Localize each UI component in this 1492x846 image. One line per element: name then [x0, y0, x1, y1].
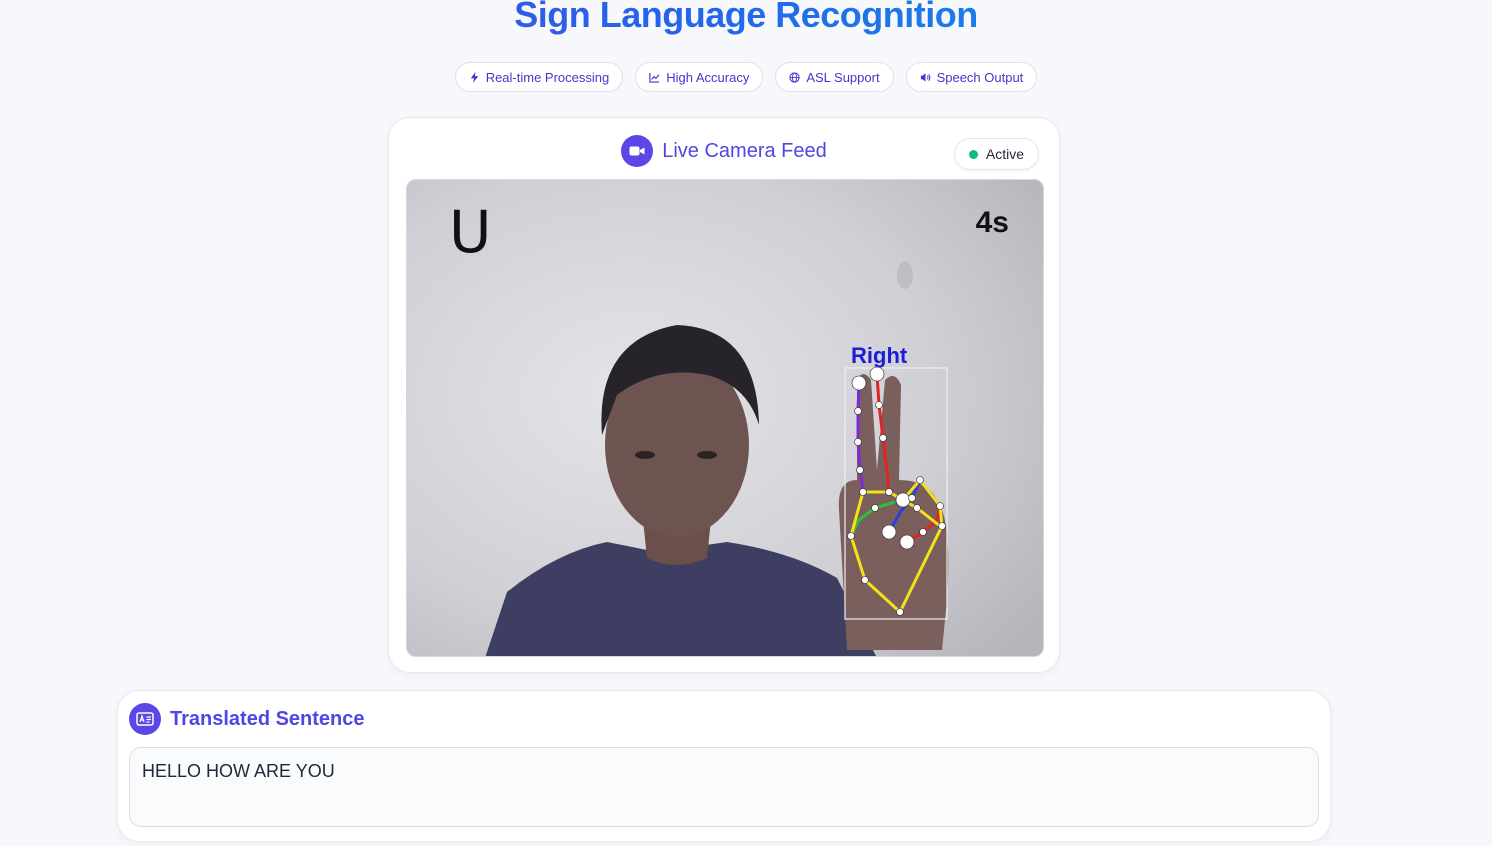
- sentence-header: Translated Sentence: [129, 703, 365, 735]
- feature-chip-realtime: Real-time Processing: [454, 62, 624, 92]
- speaker-icon: [920, 72, 930, 82]
- status-badge: Active: [953, 138, 1039, 170]
- feature-chip-speech: Speech Output: [905, 62, 1038, 92]
- translated-sentence-field[interactable]: HELLO HOW ARE YOU: [129, 747, 1319, 827]
- chart-line-icon: [649, 72, 660, 83]
- camera-frame-illustration: [407, 180, 1043, 656]
- feature-chip-label: ASL Support: [806, 69, 880, 85]
- feature-chip-accuracy: High Accuracy: [635, 62, 764, 92]
- status-label: Active: [985, 146, 1024, 162]
- globe-icon: [789, 71, 800, 83]
- feature-chip-label: Speech Output: [936, 69, 1024, 85]
- video-camera-icon: [621, 135, 654, 167]
- hand-label: Right: [851, 343, 908, 368]
- feature-chips: Real-time Processing High Accuracy ASL S…: [0, 62, 1492, 92]
- sentence-title: Translated Sentence: [170, 707, 365, 730]
- bolt-icon: [470, 71, 478, 83]
- feature-chip-asl: ASL Support: [775, 62, 894, 92]
- page-title: Sign Language Recognition: [0, 0, 1492, 36]
- feature-chip-label: Real-time Processing: [485, 69, 610, 85]
- translate-icon: [129, 703, 161, 735]
- detected-letter: U: [449, 198, 492, 266]
- camera-video-feed[interactable]: U 4s Right: [406, 179, 1044, 657]
- feature-chip-label: High Accuracy: [666, 69, 750, 85]
- camera-title: Live Camera Feed: [662, 139, 827, 162]
- countdown-timer: 4s: [975, 206, 1009, 239]
- translated-sentence-card: Translated Sentence HELLO HOW ARE YOU: [117, 690, 1331, 842]
- status-dot-icon: [968, 149, 978, 159]
- camera-card: Live Camera Feed Active U 4s Right: [388, 117, 1060, 673]
